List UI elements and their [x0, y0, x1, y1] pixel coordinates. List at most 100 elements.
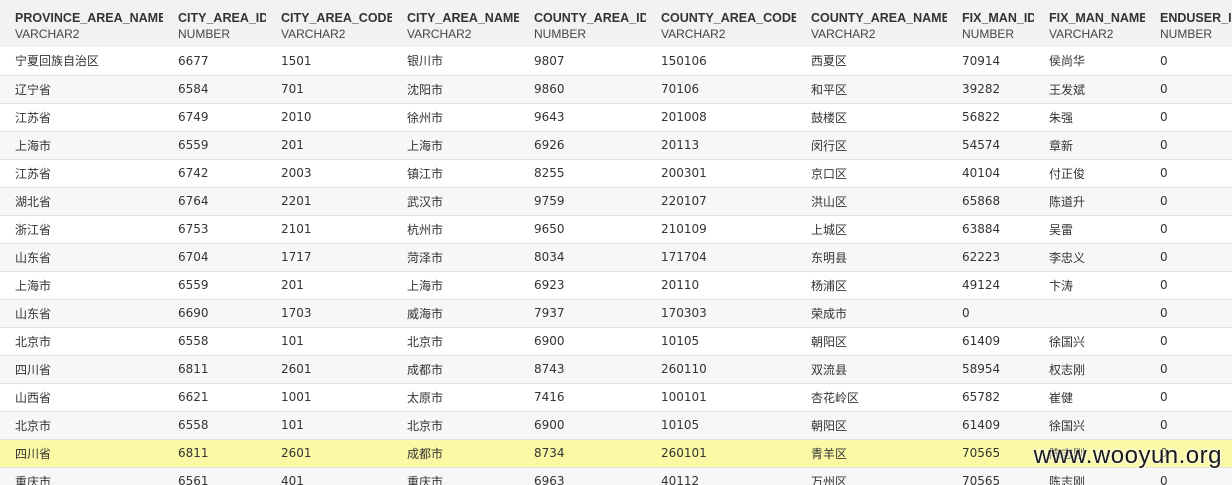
table-cell[interactable]: 太原市	[392, 383, 519, 411]
table-cell[interactable]: 701	[266, 75, 392, 103]
table-cell[interactable]: 湖北省	[0, 187, 163, 215]
table-cell[interactable]: 上海市	[392, 271, 519, 299]
table-cell[interactable]: 江苏省	[0, 159, 163, 187]
table-cell[interactable]: 2003	[266, 159, 392, 187]
table-row[interactable]: 浙江省 6753 2101 杭州市 9650 210109 上城区 63884 吴雷 0	[0, 215, 1232, 243]
table-cell[interactable]: 吴雷	[1034, 215, 1145, 243]
table-cell[interactable]: 6690	[163, 299, 266, 327]
table-cell[interactable]: 40104	[947, 159, 1034, 187]
table-cell[interactable]: 260101	[646, 439, 796, 467]
table-cell[interactable]: 6559	[163, 131, 266, 159]
table-cell[interactable]: 沈阳市	[392, 75, 519, 103]
table-cell[interactable]: 6764	[163, 187, 266, 215]
table-row[interactable]: 山西省 6621 1001 太原市 7416 100101 杏花岭区 65782 崔健 0	[0, 383, 1232, 411]
table-cell[interactable]: 0	[1145, 215, 1232, 243]
table-row[interactable]: 江苏省 6742 2003 镇江市 8255 200301 京口区 40104 付正俊 0	[0, 159, 1232, 187]
table-cell[interactable]: 北京市	[0, 411, 163, 439]
table-cell[interactable]: 0	[1145, 75, 1232, 103]
table-cell[interactable]: 6753	[163, 215, 266, 243]
table-cell[interactable]: 徐国兴	[1034, 327, 1145, 355]
table-cell[interactable]: 朝阳区	[796, 327, 947, 355]
table-cell[interactable]: 0	[1145, 383, 1232, 411]
table-row[interactable]: 四川省 6811 2601 成都市 8743 260110 双流县 58954 权志刚 0	[0, 355, 1232, 383]
table-cell[interactable]: 陈道升	[1034, 187, 1145, 215]
table-cell[interactable]: 重庆市	[0, 467, 163, 485]
table-cell[interactable]: 上城区	[796, 215, 947, 243]
table-cell[interactable]: 201	[266, 131, 392, 159]
table-cell[interactable]: 6923	[519, 271, 646, 299]
table-cell[interactable]: 朱强	[1034, 103, 1145, 131]
table-cell[interactable]: 成都市	[392, 439, 519, 467]
table-cell[interactable]: 李忠义	[1034, 243, 1145, 271]
table-cell[interactable]: 6584	[163, 75, 266, 103]
table-cell[interactable]: 西夏区	[796, 47, 947, 75]
column-header-city-area-id[interactable]: CITY_AREA_ID NUMBER	[163, 0, 266, 47]
table-cell[interactable]: 70565	[947, 467, 1034, 485]
table-cell[interactable]: 6963	[519, 467, 646, 485]
table-cell[interactable]: 49124	[947, 271, 1034, 299]
table-cell[interactable]: 崔健	[1034, 383, 1145, 411]
table-cell[interactable]: 0	[1145, 47, 1232, 75]
table-cell[interactable]: 8743	[519, 355, 646, 383]
table-cell[interactable]	[1034, 299, 1145, 327]
table-cell[interactable]: 四川省	[0, 439, 163, 467]
table-cell[interactable]: 北京市	[392, 327, 519, 355]
table-cell[interactable]: 1501	[266, 47, 392, 75]
table-cell[interactable]: 7937	[519, 299, 646, 327]
table-cell[interactable]: 杭州市	[392, 215, 519, 243]
table-cell[interactable]: 章新	[1034, 131, 1145, 159]
table-row[interactable]: 山东省 6704 1717 菏泽市 8034 171704 东明县 62223 李忠义 0	[0, 243, 1232, 271]
table-cell[interactable]: 杨浦区	[796, 271, 947, 299]
table-cell[interactable]: 朝阳区	[796, 411, 947, 439]
table-cell[interactable]: 101	[266, 327, 392, 355]
table-cell[interactable]: 京口区	[796, 159, 947, 187]
table-cell[interactable]: 鼓楼区	[796, 103, 947, 131]
table-cell[interactable]: 侯尚华	[1034, 47, 1145, 75]
table-cell[interactable]: 63884	[947, 215, 1034, 243]
table-cell[interactable]: 210109	[646, 215, 796, 243]
table-cell[interactable]: 6677	[163, 47, 266, 75]
table-row[interactable]: 北京市 6558 101 北京市 6900 10105 朝阳区 61409 徐国兴 0	[0, 411, 1232, 439]
table-row[interactable]: 湖北省 6764 2201 武汉市 9759 220107 洪山区 65868 陈道升 0	[0, 187, 1232, 215]
table-cell[interactable]: 7416	[519, 383, 646, 411]
table-cell[interactable]: 万州区	[796, 467, 947, 485]
table-cell[interactable]: 上海市	[0, 271, 163, 299]
table-cell[interactable]: 70565	[947, 439, 1034, 467]
table-cell[interactable]: 61409	[947, 327, 1034, 355]
table-cell[interactable]: 2601	[266, 439, 392, 467]
table-cell[interactable]: 浙江省	[0, 215, 163, 243]
table-cell[interactable]: 杏花岭区	[796, 383, 947, 411]
table-cell[interactable]: 6900	[519, 411, 646, 439]
table-cell[interactable]: 江苏省	[0, 103, 163, 131]
table-cell[interactable]: 东明县	[796, 243, 947, 271]
table-cell[interactable]: 闵行区	[796, 131, 947, 159]
table-cell[interactable]: 2010	[266, 103, 392, 131]
table-cell[interactable]: 上海市	[392, 131, 519, 159]
table-cell[interactable]: 山东省	[0, 243, 163, 271]
table-cell[interactable]: 9643	[519, 103, 646, 131]
table-cell[interactable]: 0	[1145, 103, 1232, 131]
table-cell[interactable]: 1717	[266, 243, 392, 271]
table-cell[interactable]: 权志刚	[1034, 355, 1145, 383]
table-cell[interactable]: 上海市	[0, 131, 163, 159]
table-cell[interactable]: 9807	[519, 47, 646, 75]
table-cell[interactable]: 6558	[163, 411, 266, 439]
table-cell[interactable]: 20110	[646, 271, 796, 299]
table-row[interactable]: 宁夏回族自治区 6677 1501 银川市 9807 150106 西夏区 70914 侯尚华 0	[0, 47, 1232, 75]
table-cell[interactable]: 成都市	[392, 355, 519, 383]
table-cell[interactable]: 山东省	[0, 299, 163, 327]
table-cell[interactable]: 10105	[646, 327, 796, 355]
table-cell[interactable]: 9860	[519, 75, 646, 103]
column-header-fix-man-name[interactable]: FIX_MAN_NAME VARCHAR2	[1034, 0, 1145, 47]
table-cell[interactable]: 150106	[646, 47, 796, 75]
column-header-province-area-name[interactable]: PROVINCE_AREA_NAME VARCHAR2	[0, 0, 163, 47]
table-cell[interactable]: 0	[947, 299, 1034, 327]
table-cell[interactable]: 0	[1145, 243, 1232, 271]
table-cell[interactable]: 170303	[646, 299, 796, 327]
table-cell[interactable]: 镇江市	[392, 159, 519, 187]
table-cell[interactable]: 0	[1145, 131, 1232, 159]
table-row[interactable]: 北京市 6558 101 北京市 6900 10105 朝阳区 61409 徐国兴 0	[0, 327, 1232, 355]
table-cell[interactable]: 青羊区	[796, 439, 947, 467]
table-cell[interactable]: 6558	[163, 327, 266, 355]
table-cell[interactable]: 58954	[947, 355, 1034, 383]
